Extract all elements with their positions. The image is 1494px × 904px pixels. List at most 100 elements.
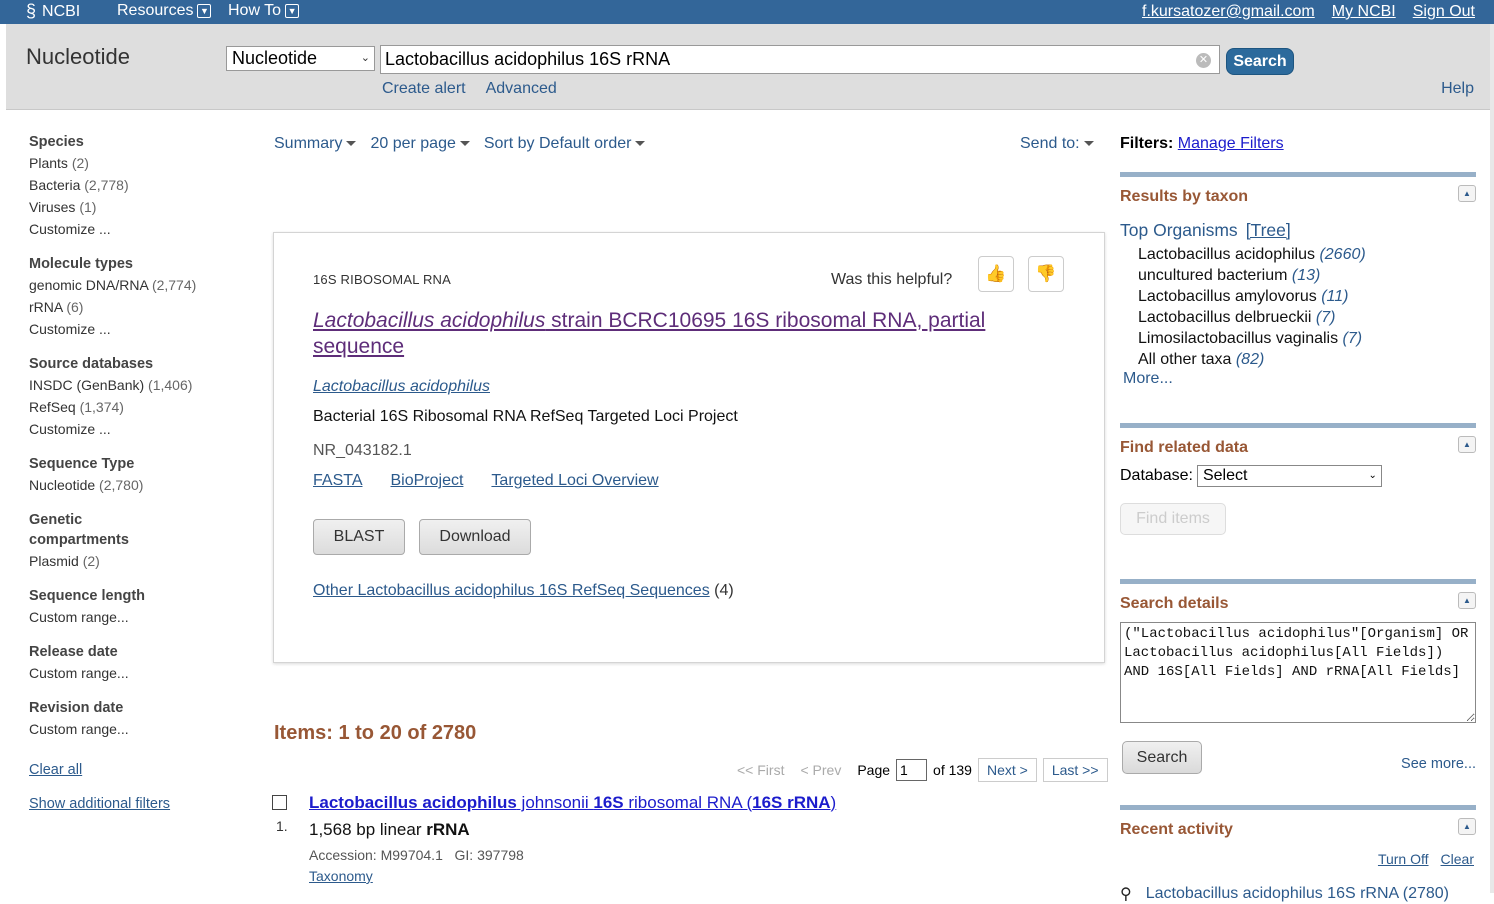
facet-item[interactable]: Bacteria (2,778) [29,174,249,196]
facet-item[interactable]: Custom range... [29,606,249,628]
page-number-input[interactable] [896,759,928,781]
facet-item-label: genomic DNA/RNA [29,277,149,293]
caret-down-icon [1083,141,1094,147]
first-page-link[interactable]: << First [737,762,784,778]
facet-item[interactable]: Viruses (1) [29,196,249,218]
taxonomy-link[interactable]: Taxonomy [309,868,373,884]
collapse-toggle-icon[interactable]: ▲ [1458,185,1476,202]
fasta-link[interactable]: FASTA [313,472,363,490]
recent-search-item[interactable]: ⚲ Lactobacillus acidophilus 16S rRNA (27… [1120,884,1449,904]
my-ncbi-link[interactable]: My NCBI [1332,3,1396,21]
ncbi-top-bar: § NCBI Resources ▼ How To ▼ f.kursatozer… [0,0,1494,24]
organism-item[interactable]: All other taxa (82) [1138,349,1476,370]
turn-off-link[interactable]: Turn Off [1378,851,1429,867]
facet-item[interactable]: Custom range... [29,662,249,684]
scrollbar[interactable] [1490,24,1494,893]
facet-item-label: Customize ... [29,221,111,237]
next-page-link[interactable]: Next > [977,758,1037,782]
create-alert-link[interactable]: Create alert [382,80,466,98]
manage-filters-link[interactable]: Manage Filters [1178,135,1284,152]
resources-menu[interactable]: Resources ▼ [117,2,212,20]
card-organism-link[interactable]: Lactobacillus acidophilus [313,378,490,396]
facet-item[interactable]: genomic DNA/RNA (2,774) [29,274,249,296]
show-additional-filters-link[interactable]: Show additional filters [29,796,249,812]
bioproject-link[interactable]: BioProject [391,472,464,490]
recent-search-label: Lactobacillus acidophilus 16S rRNA (2780… [1145,885,1449,902]
organism-item[interactable]: uncultured bacterium (13) [1138,265,1476,286]
facet-item-label: Custom range... [29,609,129,625]
chevron-down-icon: ▼ [285,4,300,18]
targeted-loci-link[interactable]: Targeted Loci Overview [491,472,658,490]
sign-out-link[interactable]: Sign Out [1413,3,1475,21]
search-input[interactable]: Lactobacillus acidophilus 16S rRNA ✕ [380,45,1220,74]
prev-page-link[interactable]: < Prev [800,762,841,778]
facet-item-label: Custom range... [29,665,129,681]
find-items-button[interactable]: Find items [1120,503,1226,535]
facet-item[interactable]: Plants (2) [29,152,249,174]
organism-count: (2660) [1319,246,1366,263]
facet-group: Release date Custom range... [29,642,249,684]
facet-item[interactable]: Customize ... [29,418,249,440]
search-details-textarea[interactable]: ("Lactobacillus acidophilus"[Organism] O… [1120,622,1476,723]
more-taxa-link[interactable]: More... [1123,370,1476,388]
other-sequences-link[interactable]: Other Lactobacillus acidophilus 16S RefS… [313,582,710,599]
result-title-link[interactable]: Lactobacillus acidophilus johnsonii 16S … [309,793,836,813]
sort-menu[interactable]: Sort by Default order [484,135,646,153]
user-email-link[interactable]: f.kursatozer@gmail.com [1142,3,1315,21]
facet-group-title: Revision date [29,700,124,716]
clear-all-link[interactable]: Clear all [29,762,249,778]
clear-search-icon[interactable]: ✕ [1196,53,1211,68]
per-page-menu[interactable]: 20 per page [370,135,470,153]
facet-group: Genetic compartments Plasmid (2) [29,510,249,572]
facet-item[interactable]: Customize ... [29,318,249,340]
organism-item[interactable]: Lactobacillus acidophilus (2660) [1138,244,1476,265]
last-page-link[interactable]: Last >> [1042,758,1108,782]
collapse-toggle-icon[interactable]: ▲ [1458,818,1476,835]
tree-link[interactable]: [Tree] [1246,220,1291,240]
card-title-link[interactable]: Lactobacillus acidophilus strain BCRC106… [313,308,1053,360]
facet-item[interactable]: Nucleotide (2,780) [29,474,249,496]
summary-menu[interactable]: Summary [274,135,357,153]
facet-item-label: INSDC (GenBank) [29,377,145,393]
thumbs-up-icon[interactable]: 👍 [978,256,1014,292]
facet-item[interactable]: Plasmid (2) [29,550,249,572]
organism-name: All other taxa [1138,351,1232,368]
howto-menu[interactable]: How To ▼ [228,2,300,20]
organism-list: Lactobacillus acidophilus (2660) uncultur… [1138,244,1476,370]
search-button[interactable]: Search [1226,48,1294,75]
organism-count: (11) [1321,288,1349,305]
facet-item[interactable]: Customize ... [29,218,249,240]
facet-group-title: Sequence length [29,588,146,604]
facet-item[interactable]: Custom range... [29,718,249,740]
clear-recent-link[interactable]: Clear [1441,851,1474,867]
related-database-select[interactable]: Select ⌄ [1196,465,1382,487]
facet-item[interactable]: INSDC (GenBank) (1,406) [29,374,249,396]
facet-item-label: Nucleotide [29,477,96,493]
collapse-toggle-icon[interactable]: ▲ [1458,592,1476,609]
organism-item[interactable]: Lactobacillus amylovorus (11) [1138,286,1476,307]
recent-panel-title: Recent activity [1120,821,1233,838]
database-label: Database: [1120,467,1193,484]
details-search-button[interactable]: Search [1122,741,1202,774]
blast-button[interactable]: BLAST [313,519,405,555]
related-panel-title: Find related data [1120,439,1249,456]
other-sequences-count: (4) [709,582,734,599]
organism-item[interactable]: Lactobacillus delbrueckii (7) [1138,307,1476,328]
facet-item-count: (2) [82,553,100,569]
organism-item[interactable]: Limosilactobacillus vaginalis (7) [1138,328,1476,349]
help-link[interactable]: Help [1441,80,1474,98]
facet-item[interactable]: RefSeq (1,374) [29,396,249,418]
ncbi-logo[interactable]: § NCBI [26,1,80,22]
facet-item-label: Customize ... [29,321,111,337]
database-select[interactable]: Nucleotide ⌄ [226,46,375,71]
see-more-link[interactable]: See more... [1401,756,1476,772]
collapse-toggle-icon[interactable]: ▲ [1458,436,1476,453]
download-button[interactable]: Download [419,519,531,555]
thumbs-down-icon[interactable]: 👎 [1028,256,1064,292]
desc-plain: 1,568 bp linear [309,820,427,839]
facet-item[interactable]: rRNA (6) [29,296,249,318]
result-checkbox[interactable] [272,795,287,810]
taxon-panel-title: Results by taxon [1120,188,1249,205]
advanced-search-link[interactable]: Advanced [486,80,557,98]
send-to-menu[interactable]: Send to: [1020,135,1094,153]
